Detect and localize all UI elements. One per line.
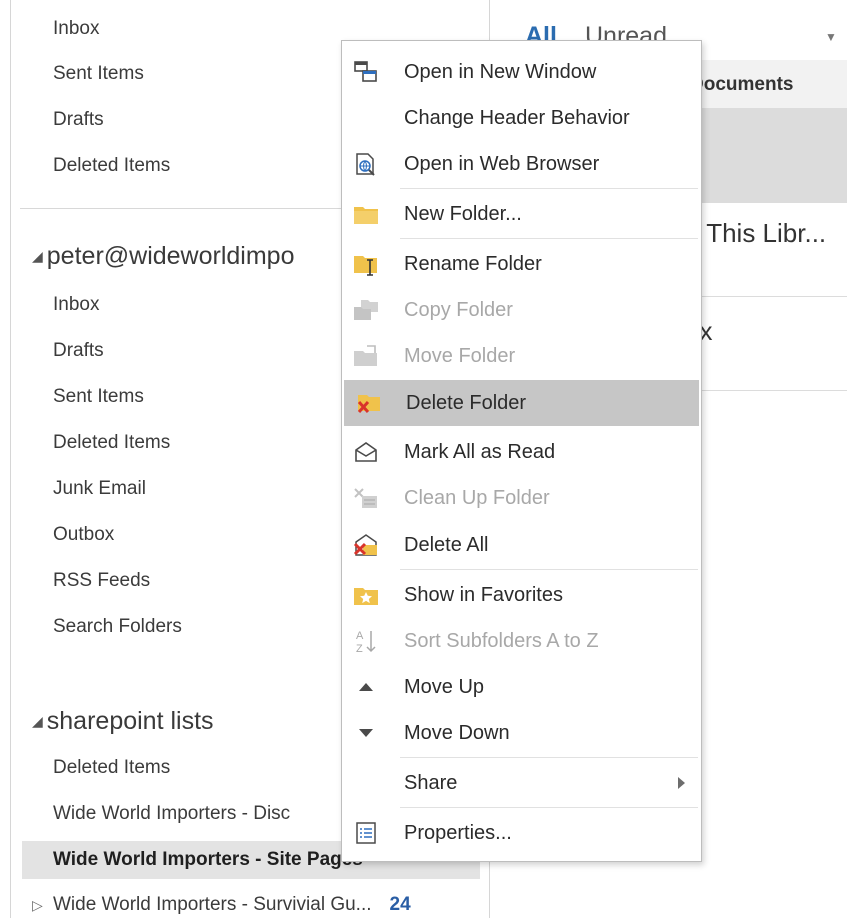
collapse-triangle-icon[interactable]: ◢ <box>32 248 43 264</box>
pane-edge <box>10 0 11 918</box>
menu-item-delete-folder[interactable]: Delete Folder <box>344 380 699 426</box>
folder-label: Wide World Importers - Survivial Gu... <box>53 894 372 915</box>
delete-all-icon <box>352 531 380 559</box>
menu-item-label: Mark All as Read <box>404 441 556 463</box>
menu-separator <box>400 569 698 570</box>
menu-separator <box>400 238 698 239</box>
folder-outbox[interactable]: Outbox <box>53 523 114 547</box>
menu-item-label: Move Down <box>404 722 510 744</box>
folder-junk-email[interactable]: Junk Email <box>53 477 146 501</box>
menu-item-label: Open in New Window <box>404 61 597 83</box>
list-item-title[interactable]: e This Libr... <box>685 218 826 249</box>
folder-context-menu: Open in New Window Change Header Behavio… <box>341 40 702 862</box>
menu-separator <box>400 188 698 189</box>
folder-rss-feeds[interactable]: RSS Feeds <box>53 569 150 593</box>
menu-item-open-web-browser[interactable]: Open in Web Browser <box>342 141 701 187</box>
menu-item-move-up[interactable]: Move Up <box>342 664 701 710</box>
account-header-peter[interactable]: ◢ peter@wideworldimpo <box>32 241 295 271</box>
svg-text:A: A <box>356 630 364 642</box>
folder-icon <box>352 200 380 228</box>
chevron-down-icon[interactable]: ▼ <box>825 30 837 44</box>
folder-search-folders[interactable]: Search Folders <box>53 615 182 639</box>
menu-item-label: Move Up <box>404 676 485 698</box>
column-header-documents[interactable]: Documents <box>690 74 793 96</box>
menu-separator <box>400 807 698 808</box>
menu-item-label: Properties... <box>404 822 512 844</box>
menu-item-show-in-favorites[interactable]: Show in Favorites <box>342 572 701 618</box>
menu-item-label: Show in Favorites <box>404 584 563 606</box>
menu-item-open-new-window[interactable]: Open in New Window <box>342 49 701 95</box>
menu-item-label: Open in Web Browser <box>404 153 600 175</box>
expand-triangle-icon[interactable]: ▷ <box>32 893 43 917</box>
sort-az-icon: AZ <box>352 627 380 655</box>
menu-item-delete-all[interactable]: Delete All <box>342 522 701 568</box>
account-name: sharepoint lists <box>46 707 214 735</box>
folder-deleted-items[interactable]: Deleted Items <box>53 431 170 455</box>
favorites-icon <box>352 581 380 609</box>
menu-item-properties[interactable]: Properties... <box>342 810 701 856</box>
folder-drafts[interactable]: Drafts <box>53 108 104 132</box>
rename-folder-icon <box>352 250 380 278</box>
move-folder-icon <box>352 342 380 370</box>
account-header-sharepoint[interactable]: ◢ sharepoint lists <box>32 706 214 736</box>
menu-item-label: Move Folder <box>404 345 516 367</box>
menu-item-label: Copy Folder <box>404 299 513 321</box>
menu-item-label: Sort Subfolders A to Z <box>404 630 599 652</box>
folder-wwi-site-pages[interactable]: Wide World Importers - Site Pages <box>53 848 363 872</box>
folder-deleted-items[interactable]: Deleted Items <box>53 756 170 780</box>
folder-wwi-disc[interactable]: Wide World Importers - Disc <box>53 802 290 826</box>
folder-drafts[interactable]: Drafts <box>53 339 104 363</box>
collapse-triangle-icon[interactable]: ◢ <box>32 713 43 729</box>
menu-item-label: Clean Up Folder <box>404 487 550 509</box>
folder-sent-items[interactable]: Sent Items <box>53 62 144 86</box>
menu-item-share[interactable]: Share <box>342 760 701 806</box>
move-down-icon <box>352 719 380 747</box>
menu-item-copy-folder[interactable]: Copy Folder <box>342 287 701 333</box>
menu-item-label: Delete Folder <box>406 392 527 414</box>
folder-inbox[interactable]: Inbox <box>53 17 99 41</box>
menu-item-move-folder[interactable]: Move Folder <box>342 333 701 379</box>
properties-icon <box>352 819 380 847</box>
folder-deleted-items[interactable]: Deleted Items <box>53 154 170 178</box>
menu-item-sort-subfolders[interactable]: AZ Sort Subfolders A to Z <box>342 618 701 664</box>
menu-item-mark-all-read[interactable]: Mark All as Read <box>342 429 701 475</box>
menu-item-label: Change Header Behavior <box>404 107 630 129</box>
menu-separator <box>400 757 698 758</box>
unread-count-badge: 24 <box>389 894 411 915</box>
menu-item-rename-folder[interactable]: Rename Folder <box>342 241 701 287</box>
menu-item-label: Share <box>404 772 458 794</box>
menu-item-clean-up-folder[interactable]: Clean Up Folder <box>342 475 701 521</box>
submenu-arrow-icon <box>678 777 685 789</box>
delete-folder-icon <box>354 389 382 417</box>
svg-text:Z: Z <box>356 643 363 654</box>
move-up-icon <box>352 673 380 701</box>
copy-folder-icon <box>352 296 380 324</box>
account-name: peter@wideworldimpo <box>46 242 295 270</box>
menu-item-change-header-behavior[interactable]: Change Header Behavior <box>342 95 701 141</box>
web-browser-icon <box>352 150 380 178</box>
menu-item-label: New Folder... <box>404 203 522 225</box>
folder-sent-items[interactable]: Sent Items <box>53 385 144 409</box>
menu-item-move-down[interactable]: Move Down <box>342 710 701 756</box>
folder-wwi-survival-guide[interactable]: Wide World Importers - Survivial Gu... 24 <box>53 893 411 917</box>
folder-inbox[interactable]: Inbox <box>53 293 99 317</box>
new-window-icon <box>352 58 380 86</box>
mark-read-icon <box>352 438 380 466</box>
clean-up-icon <box>352 484 380 512</box>
menu-item-label: Rename Folder <box>404 253 542 275</box>
menu-item-label: Delete All <box>404 534 489 556</box>
menu-item-new-folder[interactable]: New Folder... <box>342 191 701 237</box>
